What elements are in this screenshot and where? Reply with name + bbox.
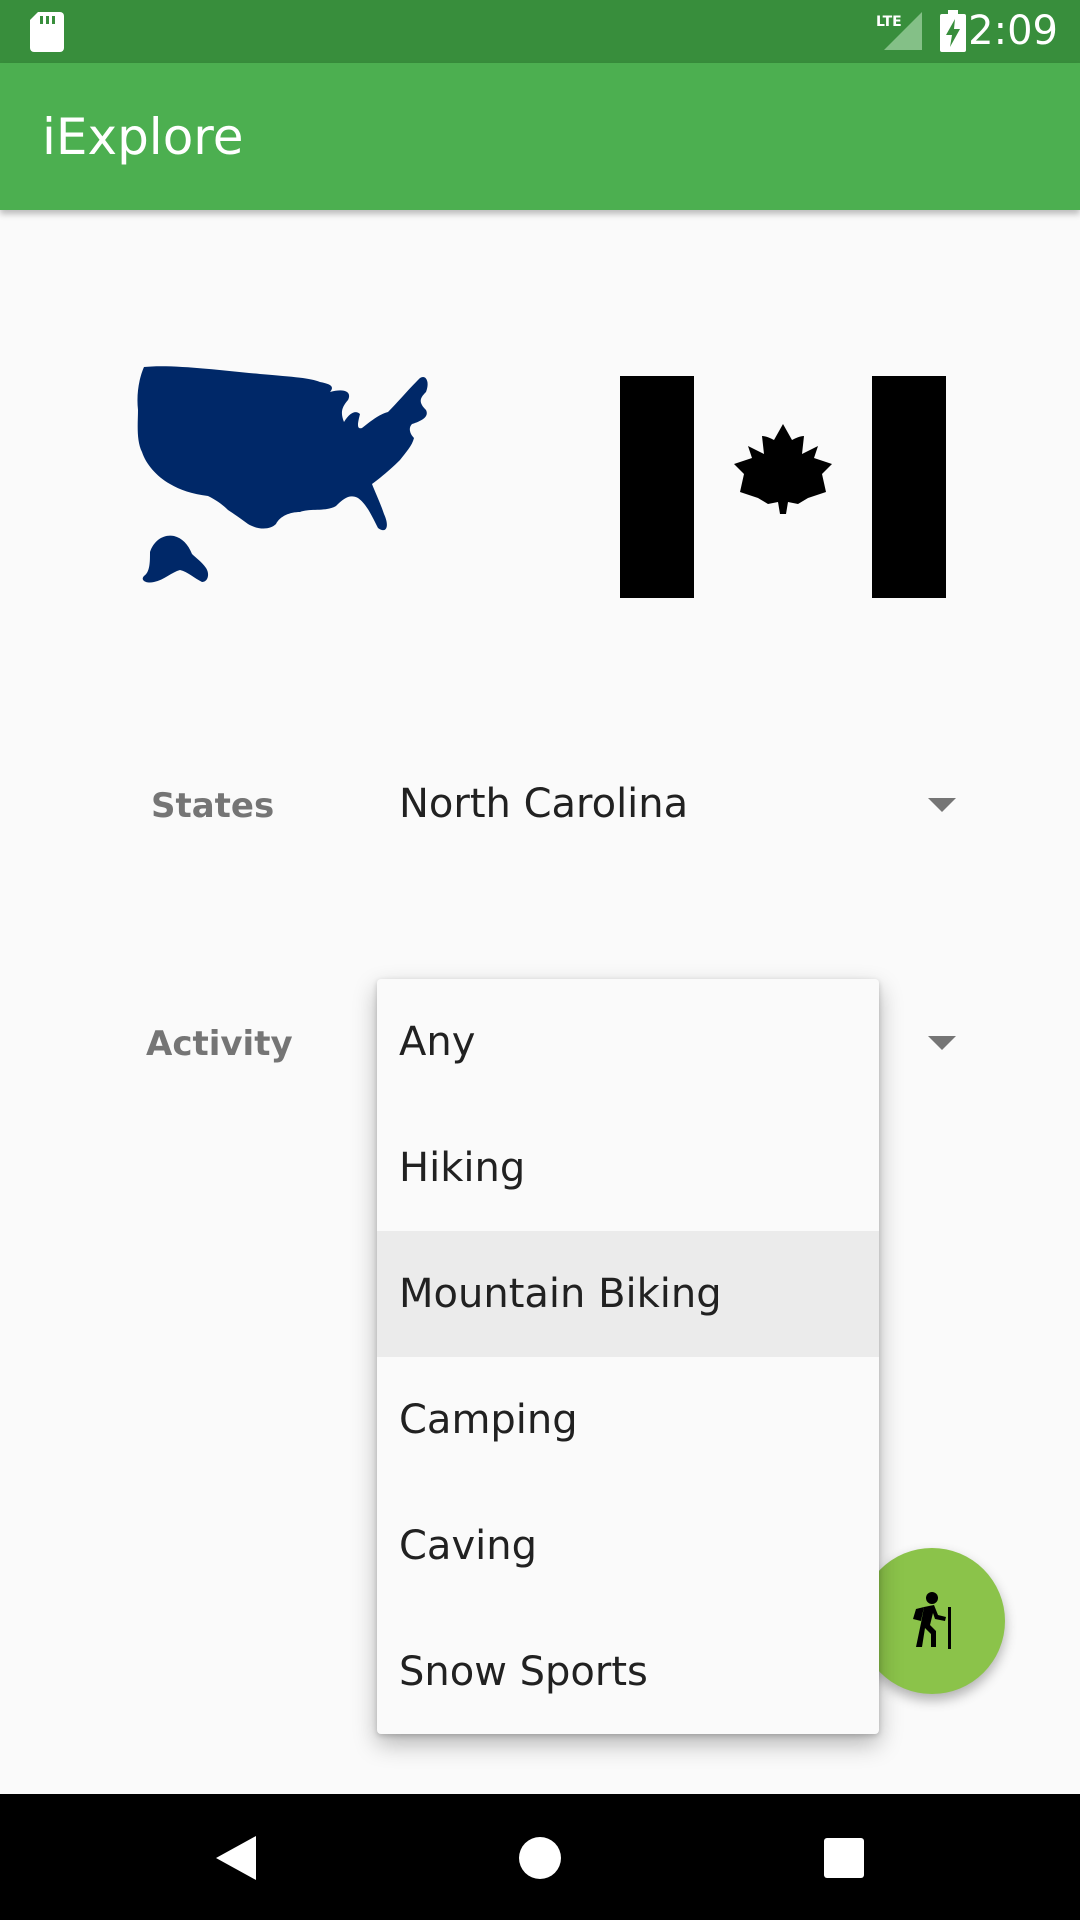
activity-dropdown-arrow-icon[interactable] xyxy=(928,1036,956,1050)
hiker-icon xyxy=(913,1592,951,1649)
activity-label: Activity xyxy=(146,1024,293,1064)
dropdown-item-hiking[interactable]: Hiking xyxy=(377,1105,879,1231)
navigation-bar xyxy=(0,1794,1080,1920)
status-bar: LTE 2:09 xyxy=(0,0,1080,63)
home-icon[interactable] xyxy=(518,1836,562,1880)
app-bar: iExplore xyxy=(0,63,1080,210)
svg-text:LTE: LTE xyxy=(876,14,902,30)
battery-charging-icon xyxy=(940,10,966,52)
recents-icon[interactable] xyxy=(824,1838,864,1878)
app-title: iExplore xyxy=(42,108,244,166)
sd-card-icon xyxy=(30,12,64,52)
states-spinner[interactable]: North Carolina xyxy=(399,781,688,827)
dropdown-item-snow-sports[interactable]: Snow Sports xyxy=(377,1609,879,1735)
activity-dropdown-menu: Any Hiking Mountain Biking Camping Cavin… xyxy=(377,979,879,1734)
lte-signal-icon: LTE xyxy=(876,12,922,50)
dropdown-item-camping[interactable]: Camping xyxy=(377,1357,879,1483)
canada-flag-icon[interactable] xyxy=(620,376,946,598)
states-dropdown-arrow-icon[interactable] xyxy=(928,798,956,812)
dropdown-item-mountain-biking[interactable]: Mountain Biking xyxy=(377,1231,879,1357)
states-label: States xyxy=(151,786,275,826)
dropdown-item-any[interactable]: Any xyxy=(377,979,879,1105)
usa-map-icon[interactable] xyxy=(130,362,470,622)
back-icon[interactable] xyxy=(216,1836,256,1880)
dropdown-item-caving[interactable]: Caving xyxy=(377,1483,879,1609)
status-time: 2:09 xyxy=(968,8,1058,54)
hike-fab-button[interactable] xyxy=(859,1548,1005,1694)
